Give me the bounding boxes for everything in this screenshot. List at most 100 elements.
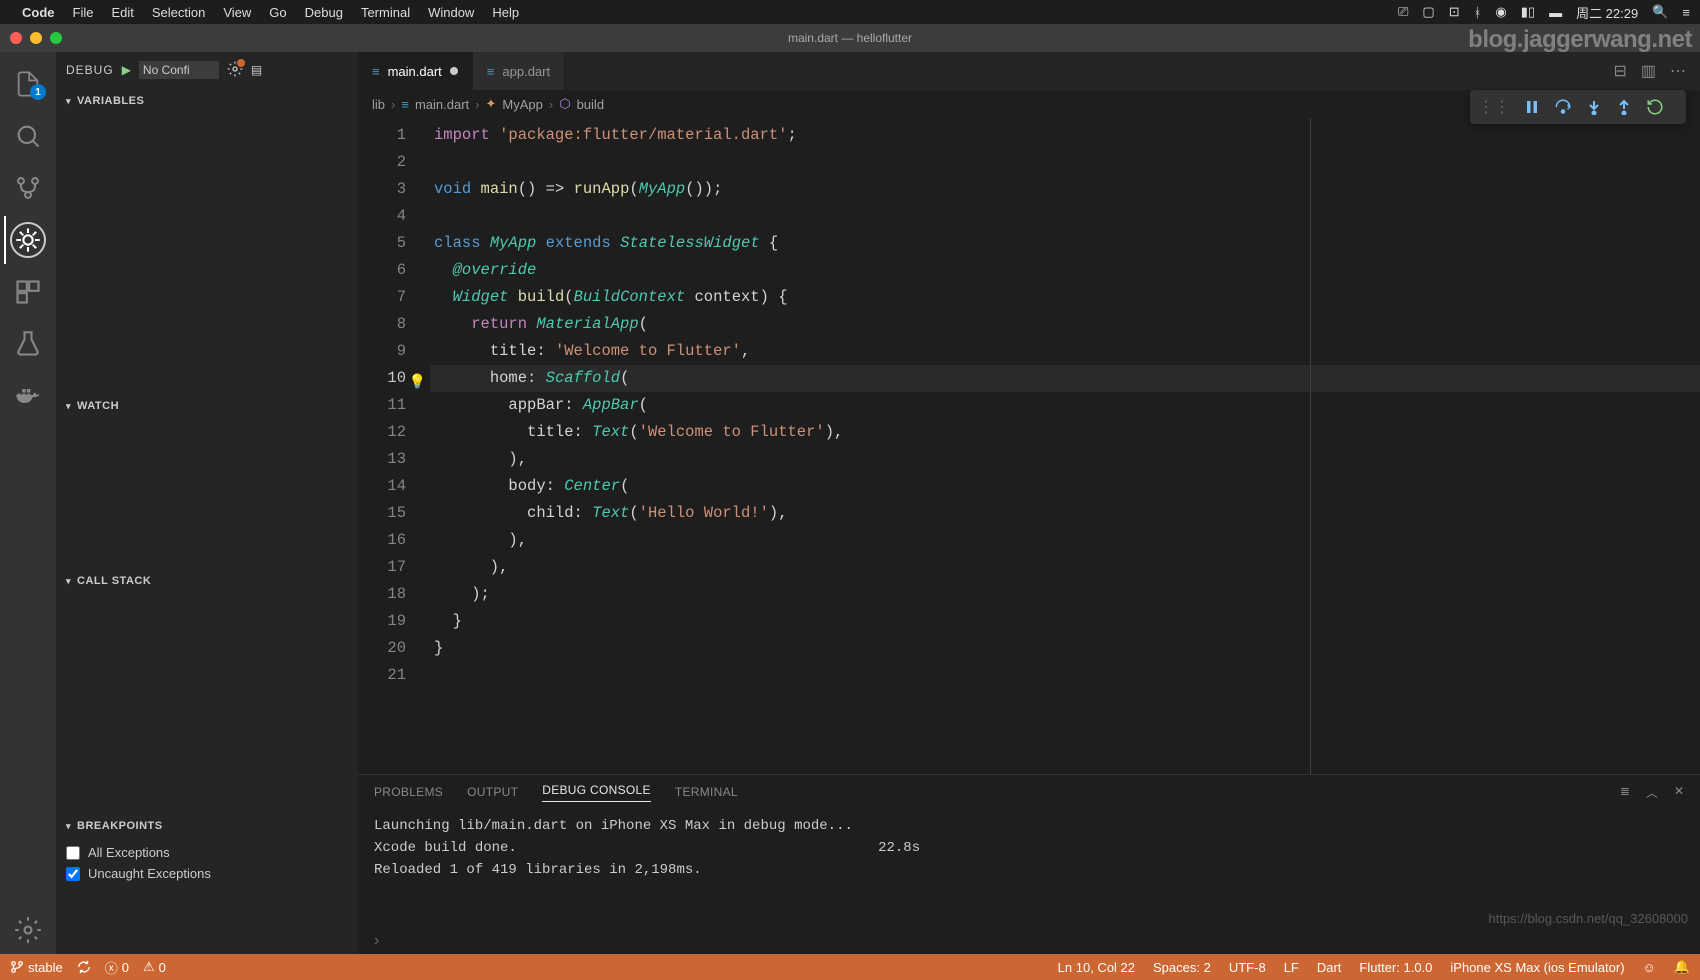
step-over-button[interactable]: [1554, 98, 1572, 116]
sb-encoding[interactable]: UTF-8: [1229, 960, 1266, 975]
macos-menubar: Code File Edit Selection View Go Debug T…: [0, 0, 1700, 24]
bp-checkbox[interactable]: [66, 846, 80, 860]
status-bar: stable ⓧ 0 ⚠ 0 Ln 10, Col 22 Spaces: 2 U…: [0, 954, 1700, 980]
drag-handle-icon[interactable]: ⋮⋮: [1478, 97, 1510, 117]
breakpoint-item[interactable]: All Exceptions: [66, 842, 348, 863]
more-actions-icon[interactable]: ⋯: [1670, 61, 1686, 81]
menu-go[interactable]: Go: [269, 5, 286, 20]
variables-section-header[interactable]: ▾VARIABLES: [56, 89, 358, 113]
clear-console-icon[interactable]: ≣: [1620, 784, 1630, 801]
panel-tab-output[interactable]: OUTPUT: [467, 785, 518, 799]
sb-cursor[interactable]: Ln 10, Col 22: [1058, 960, 1135, 975]
step-out-button[interactable]: [1616, 99, 1632, 115]
close-panel-icon[interactable]: ✕: [1674, 784, 1684, 801]
debug-toolbar[interactable]: ⋮⋮: [1470, 90, 1686, 124]
debug-console-toggle[interactable]: ▤: [251, 63, 262, 77]
config-badge: [237, 59, 245, 67]
activity-explorer[interactable]: 1: [4, 60, 52, 108]
sb-lang[interactable]: Dart: [1317, 960, 1342, 975]
debug-config-gear[interactable]: [227, 61, 243, 80]
sb-sync[interactable]: [77, 960, 91, 974]
menu-selection[interactable]: Selection: [152, 5, 205, 20]
callstack-section-header[interactable]: ▾CALL STACK: [56, 569, 358, 593]
wifi-icon[interactable]: ◉: [1495, 4, 1506, 20]
editor-area: ≡ main.dart ≡ app.dart ⊟ ▥ ⋯ ⋮⋮: [358, 52, 1700, 954]
sb-feedback-icon[interactable]: ☺: [1643, 960, 1656, 975]
bc-class[interactable]: MyApp: [502, 97, 542, 112]
bp-label: Uncaught Exceptions: [88, 866, 211, 881]
menu-debug[interactable]: Debug: [305, 5, 343, 20]
tab-main-dart[interactable]: ≡ main.dart: [358, 52, 473, 90]
panel-tab-problems[interactable]: PROBLEMS: [374, 785, 443, 799]
menu-app[interactable]: Code: [22, 5, 55, 20]
sb-eol[interactable]: LF: [1284, 960, 1299, 975]
panel-tab-terminal[interactable]: TERMINAL: [675, 785, 738, 799]
compare-icon[interactable]: ⊟: [1613, 61, 1626, 81]
activity-scm[interactable]: [4, 164, 52, 212]
menu-edit[interactable]: Edit: [111, 5, 133, 20]
panel-tab-debug-console[interactable]: DEBUG CONSOLE: [542, 783, 651, 802]
method-icon: ⬡: [559, 96, 570, 112]
sb-warnings[interactable]: ⚠ 0: [143, 959, 166, 975]
menu-view[interactable]: View: [223, 5, 251, 20]
collapse-panel-icon[interactable]: ︿: [1646, 784, 1658, 801]
split-editor-icon[interactable]: ▥: [1641, 61, 1656, 81]
breakpoints-section-header[interactable]: ▾BREAKPOINTS: [56, 814, 358, 838]
callstack-label: CALL STACK: [77, 575, 151, 587]
clock[interactable]: 周二 22:29: [1576, 3, 1638, 22]
sb-bell-icon[interactable]: 🔔: [1674, 959, 1690, 975]
bluetooth-icon[interactable]: ᚼ: [1474, 5, 1482, 20]
menu-window[interactable]: Window: [428, 5, 474, 20]
restart-button[interactable]: [1646, 98, 1664, 116]
sb-device[interactable]: iPhone XS Max (ios Emulator): [1450, 960, 1624, 975]
tab-label: main.dart: [388, 64, 442, 79]
tab-label: app.dart: [502, 64, 550, 79]
hotspot-icon[interactable]: ⊡: [1449, 4, 1460, 20]
zoom-window-button[interactable]: [50, 32, 62, 44]
activity-extensions[interactable]: [4, 268, 52, 316]
activity-bar: 1: [0, 52, 56, 954]
activity-debug[interactable]: [4, 216, 52, 264]
pause-button[interactable]: [1524, 99, 1540, 115]
step-into-button[interactable]: [1586, 99, 1602, 115]
ruler-line: [1310, 118, 1311, 774]
debug-config-select[interactable]: [139, 61, 219, 79]
bc-file[interactable]: main.dart: [415, 97, 469, 112]
debug-side-panel: DEBUG ▶ ▤ ▾VARIABLES ▾WATCH ▾CALL STACK: [56, 52, 358, 954]
flag-icon[interactable]: ▬: [1549, 5, 1562, 20]
menu-terminal[interactable]: Terminal: [361, 5, 410, 20]
dart-file-icon: ≡: [487, 64, 495, 79]
close-window-button[interactable]: [10, 32, 22, 44]
console-input[interactable]: ›: [358, 928, 1700, 954]
tabs-row: ≡ main.dart ≡ app.dart ⊟ ▥ ⋯: [358, 52, 1700, 90]
minimize-window-button[interactable]: [30, 32, 42, 44]
explorer-badge: 1: [30, 84, 46, 100]
activity-test[interactable]: [4, 320, 52, 368]
window-titlebar: main.dart — helloflutter blog.jaggerwang…: [0, 24, 1700, 52]
breakpoints-label: BREAKPOINTS: [77, 820, 163, 832]
bc-method[interactable]: build: [577, 97, 604, 112]
class-icon: ✦: [486, 96, 497, 112]
tray-icon[interactable]: ⎚: [1398, 4, 1408, 20]
bp-checkbox[interactable]: [66, 867, 80, 881]
menu-file[interactable]: File: [73, 5, 94, 20]
breakpoint-item[interactable]: Uncaught Exceptions: [66, 863, 348, 884]
sb-errors[interactable]: ⓧ 0: [105, 958, 129, 977]
start-debug-button[interactable]: ▶: [122, 63, 131, 77]
activity-settings[interactable]: [4, 906, 52, 954]
activity-docker[interactable]: [4, 372, 52, 420]
tab-app-dart[interactable]: ≡ app.dart: [473, 52, 565, 90]
sb-spaces[interactable]: Spaces: 2: [1153, 960, 1211, 975]
bc-folder[interactable]: lib: [372, 97, 385, 112]
code-editor[interactable]: 12345678910💡1112131415161718192021 impor…: [358, 118, 1700, 774]
sb-flutter[interactable]: Flutter: 1.0.0: [1359, 960, 1432, 975]
search-icon[interactable]: 🔍: [1652, 4, 1668, 20]
menu-icon[interactable]: ≡: [1682, 5, 1690, 20]
debug-icon: [10, 222, 46, 258]
activity-search[interactable]: [4, 112, 52, 160]
menu-help[interactable]: Help: [492, 5, 519, 20]
airplay-icon[interactable]: ▢: [1422, 4, 1434, 20]
sb-branch[interactable]: stable: [10, 960, 63, 975]
battery-icon[interactable]: ▮▯: [1521, 4, 1535, 20]
watch-section-header[interactable]: ▾WATCH: [56, 394, 358, 418]
